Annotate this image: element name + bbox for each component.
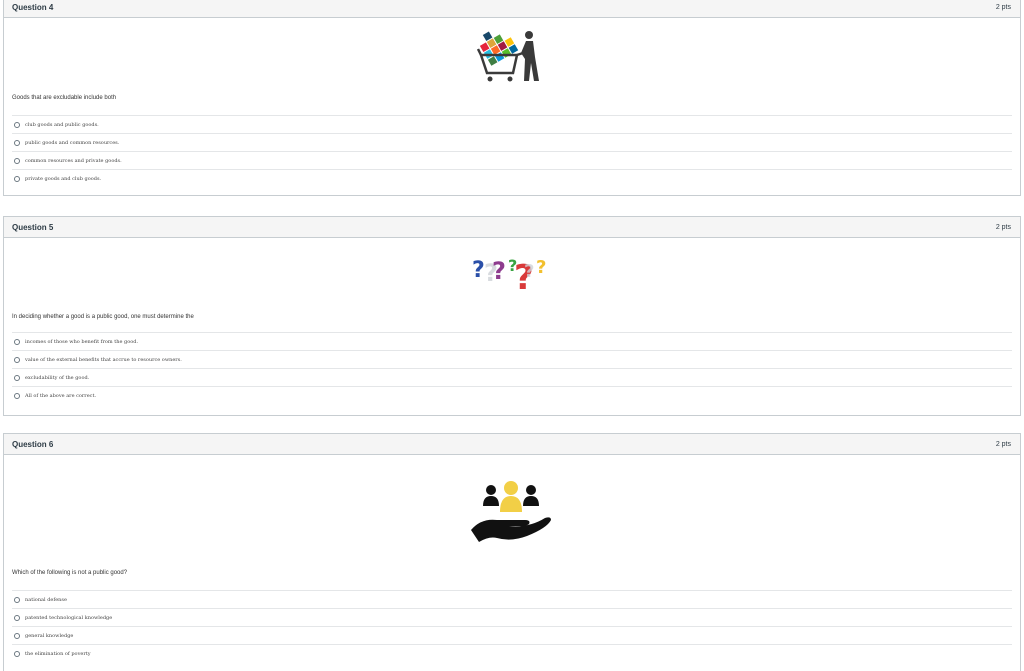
answer-label: general knowledge bbox=[25, 632, 74, 639]
question-points: 2 pts bbox=[995, 440, 1011, 448]
answer-option[interactable]: excludability of the good. bbox=[12, 368, 1012, 386]
answer-option[interactable]: national defense bbox=[12, 590, 1012, 608]
answer-label: national defense bbox=[25, 596, 67, 603]
answer-label: the elimination of poverty bbox=[25, 650, 91, 657]
answer-option[interactable]: incomes of those who benefit from the go… bbox=[12, 332, 1012, 350]
question-header: Question 6 2 pts bbox=[4, 434, 1020, 455]
radio-button[interactable] bbox=[14, 392, 20, 399]
answer-option[interactable]: patented technological knowledge bbox=[12, 608, 1012, 626]
answer-option[interactable]: private goods and club goods. bbox=[12, 169, 1012, 187]
question-6: Question 6 2 pts Which of the following … bbox=[3, 433, 1021, 671]
answer-label: value of the external benefits that accr… bbox=[25, 356, 182, 363]
question-points: 2 pts bbox=[995, 3, 1011, 11]
svg-text:?: ? bbox=[536, 257, 546, 278]
answer-list: club goods and public goods. public good… bbox=[12, 115, 1012, 187]
question-4: Question 4 2 pts Goods that are excludab… bbox=[3, 0, 1021, 196]
question-title: Question 4 bbox=[12, 2, 54, 12]
answer-label: private goods and club goods. bbox=[25, 175, 102, 182]
question-text: Goods that are excludable include both bbox=[12, 95, 117, 101]
answer-label: patented technological knowledge bbox=[25, 614, 113, 621]
radio-button[interactable] bbox=[14, 650, 20, 657]
question-image bbox=[4, 480, 1020, 550]
answer-label: common resources and private goods. bbox=[25, 157, 122, 164]
answer-option[interactable]: club goods and public goods. bbox=[12, 115, 1012, 133]
radio-button[interactable] bbox=[14, 175, 20, 182]
svg-text:?: ? bbox=[492, 257, 506, 285]
question-5: Question 5 2 pts ? ? ? ? ? ? ? In decidi… bbox=[3, 216, 1021, 416]
question-title: Question 5 bbox=[12, 222, 54, 232]
question-image bbox=[4, 27, 1020, 87]
answer-option[interactable]: the elimination of poverty bbox=[12, 644, 1012, 662]
answer-label: excludability of the good. bbox=[25, 374, 90, 381]
answer-option[interactable]: All of the above are correct. bbox=[12, 386, 1012, 404]
answer-option[interactable]: general knowledge bbox=[12, 626, 1012, 644]
answer-list: national defense patented technological … bbox=[12, 590, 1012, 662]
question-header: Question 5 2 pts bbox=[4, 217, 1020, 238]
question-text: Which of the following is not a public g… bbox=[12, 570, 128, 576]
radio-button[interactable] bbox=[14, 121, 20, 128]
answer-list: incomes of those who benefit from the go… bbox=[12, 332, 1012, 404]
question-text: In deciding whether a good is a public g… bbox=[12, 314, 194, 320]
answer-label: All of the above are correct. bbox=[25, 392, 97, 399]
answer-option[interactable]: public goods and common resources. bbox=[12, 133, 1012, 151]
radio-button[interactable] bbox=[14, 632, 20, 639]
radio-button[interactable] bbox=[14, 139, 20, 146]
answer-label: incomes of those who benefit from the go… bbox=[25, 338, 139, 345]
answer-option[interactable]: value of the external benefits that accr… bbox=[12, 350, 1012, 368]
answer-option[interactable]: common resources and private goods. bbox=[12, 151, 1012, 169]
radio-button[interactable] bbox=[14, 596, 20, 603]
question-marks-icon: ? ? ? ? ? ? ? bbox=[472, 256, 546, 298]
radio-button[interactable] bbox=[14, 614, 20, 621]
radio-button[interactable] bbox=[14, 157, 20, 164]
radio-button[interactable] bbox=[14, 356, 20, 363]
radio-button[interactable] bbox=[14, 374, 20, 381]
question-image: ? ? ? ? ? ? ? bbox=[4, 249, 1020, 309]
question-header: Question 4 2 pts bbox=[4, 0, 1020, 18]
radio-button[interactable] bbox=[14, 338, 20, 345]
question-title: Question 6 bbox=[12, 439, 54, 449]
answer-label: public goods and common resources. bbox=[25, 139, 120, 146]
answer-label: club goods and public goods. bbox=[25, 121, 99, 128]
svg-text:?: ? bbox=[524, 261, 534, 282]
svg-text:?: ? bbox=[472, 258, 485, 283]
question-points: 2 pts bbox=[995, 223, 1011, 231]
hand-holding-people-icon bbox=[471, 481, 551, 542]
shopping-cart-person-icon bbox=[477, 31, 539, 82]
